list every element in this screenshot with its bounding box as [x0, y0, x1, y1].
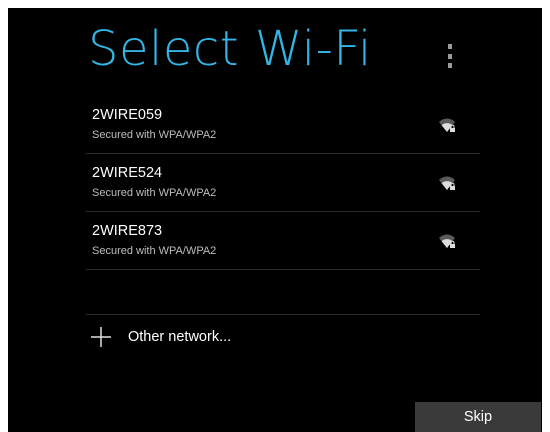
- skip-button[interactable]: Skip: [415, 402, 541, 432]
- page-title: Select Wi-Fi: [88, 21, 372, 77]
- overflow-menu-button[interactable]: [442, 44, 458, 68]
- setup-screen: Select Wi-Fi 2WIRE059 Secured with WPA/W…: [8, 8, 542, 432]
- plus-icon: [91, 327, 111, 347]
- network-item[interactable]: 2WIRE524 Secured with WPA/WPA2: [86, 154, 480, 212]
- network-security: Secured with WPA/WPA2: [92, 187, 217, 199]
- network-name: 2WIRE873: [92, 223, 163, 239]
- network-item[interactable]: 2WIRE873 Secured with WPA/WPA2: [86, 212, 480, 270]
- network-name: 2WIRE524: [92, 165, 163, 181]
- wifi-signal-locked-icon: [439, 176, 455, 190]
- overflow-menu-icon: [448, 44, 452, 49]
- other-network-label: Other network...: [128, 329, 232, 345]
- network-name: 2WIRE059: [92, 107, 163, 123]
- network-list: 2WIRE059 Secured with WPA/WPA2 2WIRE524 …: [86, 96, 480, 315]
- wifi-signal-locked-icon: [439, 234, 455, 248]
- network-security: Secured with WPA/WPA2: [92, 129, 217, 141]
- overflow-menu-icon-dot: [448, 63, 452, 68]
- overflow-menu-icon-dot: [448, 53, 452, 59]
- network-security: Secured with WPA/WPA2: [92, 245, 217, 257]
- wifi-signal-locked-icon: [439, 118, 455, 132]
- list-divider: [86, 270, 480, 315]
- network-item[interactable]: 2WIRE059 Secured with WPA/WPA2: [86, 96, 480, 154]
- other-network-button[interactable]: Other network...: [86, 318, 480, 358]
